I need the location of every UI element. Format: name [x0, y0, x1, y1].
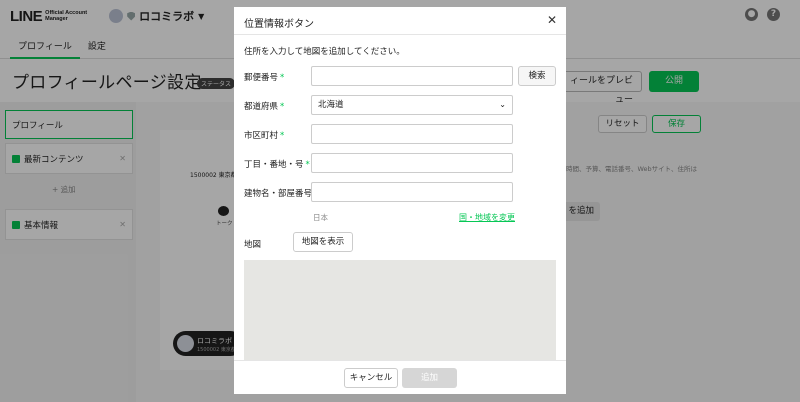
building-label: 建物名・部屋番号 [244, 189, 313, 199]
postal-code-input[interactable] [311, 66, 513, 86]
label-text: 丁目・番地・号 [244, 160, 304, 170]
required-mark: * [280, 102, 285, 112]
prefecture-select[interactable]: 北海道 ⌄ [311, 95, 513, 115]
label-text: 郵便番号 [244, 73, 279, 83]
change-country-link[interactable]: 国・地域を変更 [459, 212, 515, 223]
required-mark: * [280, 131, 285, 141]
city-input[interactable] [311, 124, 513, 144]
map-label: 地図 [244, 240, 262, 250]
close-icon[interactable]: ✕ [547, 13, 557, 27]
chevron-down-icon: ⌄ [499, 100, 506, 109]
street-label: 丁目・番地・号 * [244, 158, 310, 170]
modal-footer: キャンセル 追加 [234, 360, 566, 394]
city-label: 市区町村 * [244, 129, 284, 141]
street-input[interactable] [311, 153, 513, 173]
cancel-button[interactable]: キャンセル [344, 368, 398, 388]
instruction-text: 住所を入力して地図を追加してください。 [244, 47, 405, 57]
label-text: 都道府県 [244, 102, 279, 112]
map-placeholder[interactable] [244, 260, 556, 360]
postal-code-label: 郵便番号 * [244, 71, 284, 83]
country-text: 日本 [313, 213, 328, 222]
location-button-modal: 位置情報ボタン ✕ 住所を入力して地図を追加してください。 郵便番号 * 検索 都… [234, 7, 566, 394]
prefecture-selected-value: 北海道 [318, 100, 344, 110]
required-mark: * [305, 160, 310, 170]
modal-header: 位置情報ボタン ✕ [234, 7, 566, 35]
required-mark: * [280, 73, 285, 83]
modal-title: 位置情報ボタン [244, 19, 314, 30]
add-button[interactable]: 追加 [402, 368, 457, 388]
search-button[interactable]: 検索 [518, 66, 556, 86]
label-text: 市区町村 [244, 131, 279, 141]
prefecture-label: 都道府県 * [244, 100, 284, 112]
building-input[interactable] [311, 182, 513, 202]
show-map-button[interactable]: 地図を表示 [293, 232, 353, 252]
